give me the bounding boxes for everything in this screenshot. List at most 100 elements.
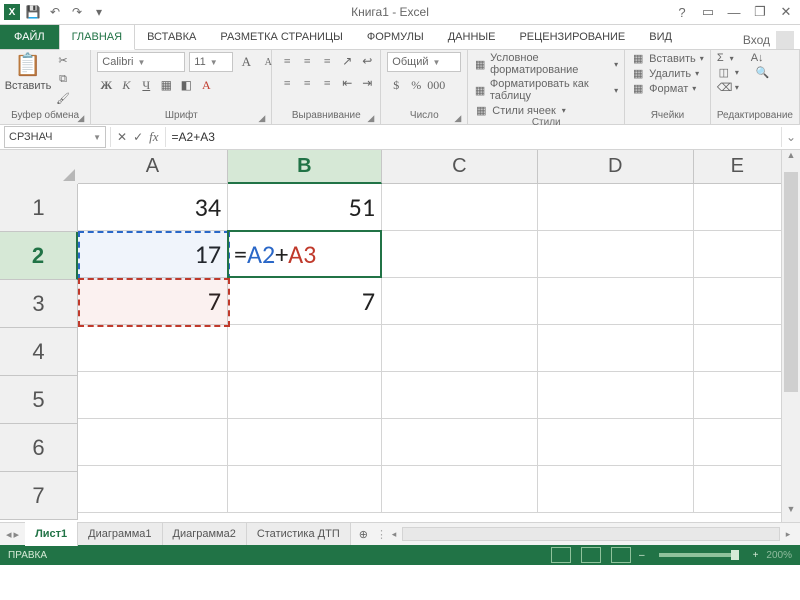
cell-E1[interactable] bbox=[694, 184, 782, 231]
hscroll-right[interactable]: ▸ bbox=[780, 529, 796, 540]
name-box[interactable]: СРЗНАЧ▼ bbox=[4, 126, 106, 148]
tab-home[interactable]: ГЛАВНАЯ bbox=[59, 24, 135, 50]
fill-button[interactable]: ◫▾ 🔍 bbox=[717, 66, 770, 79]
tab-formulas[interactable]: ФОРМУЛЫ bbox=[355, 25, 436, 49]
cell-B6[interactable] bbox=[228, 419, 382, 466]
conditional-formatting[interactable]: ▦Условное форматирование▾ bbox=[474, 52, 618, 76]
fill-color-button[interactable]: ◧ bbox=[177, 76, 195, 94]
comma-format[interactable]: 000 bbox=[427, 76, 445, 94]
cell-C3[interactable] bbox=[382, 278, 538, 325]
insert-function[interactable]: fx bbox=[149, 129, 158, 145]
wrap-text[interactable]: ↩ bbox=[358, 52, 376, 70]
sheet-nav-next[interactable]: ▸ bbox=[14, 528, 20, 541]
percent-format[interactable]: % bbox=[407, 76, 425, 94]
view-page-break[interactable] bbox=[611, 547, 631, 563]
row-header-5[interactable]: 5 bbox=[0, 376, 78, 424]
format-cells[interactable]: ▦Формат▾ bbox=[631, 82, 704, 95]
zoom-slider[interactable] bbox=[659, 553, 739, 557]
orientation-button[interactable]: ↗ bbox=[338, 52, 356, 70]
align-right[interactable]: ≡ bbox=[318, 74, 336, 92]
qat-save[interactable]: 💾 bbox=[24, 3, 42, 21]
view-page-layout[interactable] bbox=[581, 547, 601, 563]
cell-styles[interactable]: ▦Стили ячеек▾ bbox=[474, 104, 618, 117]
cell-E4[interactable] bbox=[694, 325, 782, 372]
font-dialog-launcher[interactable]: ◢ bbox=[258, 113, 265, 124]
tab-review[interactable]: РЕЦЕНЗИРОВАНИЕ bbox=[507, 25, 637, 49]
font-color-button[interactable]: A bbox=[197, 76, 215, 94]
select-all-corner[interactable] bbox=[0, 150, 79, 185]
italic-button[interactable]: К bbox=[117, 76, 135, 94]
cell-B5[interactable] bbox=[228, 372, 382, 419]
clipboard-dialog-launcher[interactable]: ◢ bbox=[77, 113, 84, 124]
restore-button[interactable]: ❐ bbox=[750, 4, 770, 20]
vscroll-thumb[interactable] bbox=[784, 172, 798, 392]
align-center[interactable]: ≡ bbox=[298, 74, 316, 92]
align-bottom[interactable]: ≡ bbox=[318, 52, 336, 70]
view-normal[interactable] bbox=[551, 547, 571, 563]
format-painter[interactable]: 🖌 bbox=[54, 90, 72, 106]
sheet-tab-3[interactable]: Статистика ДТП bbox=[247, 523, 351, 545]
cell-C7[interactable] bbox=[382, 466, 538, 513]
sheet-tab-active[interactable]: Лист1 bbox=[25, 520, 78, 546]
cell-D2[interactable] bbox=[538, 231, 694, 278]
row-header-1[interactable]: 1 bbox=[0, 184, 78, 232]
scroll-up-arrow[interactable]: ▲ bbox=[782, 150, 800, 168]
avatar-icon[interactable] bbox=[776, 31, 794, 49]
enter-formula[interactable]: ✓ bbox=[133, 130, 143, 144]
cell-A2[interactable]: 17 bbox=[78, 231, 228, 278]
row-header-6[interactable]: 6 bbox=[0, 424, 78, 472]
cell-A7[interactable] bbox=[78, 466, 228, 513]
align-middle[interactable]: ≡ bbox=[298, 52, 316, 70]
border-button[interactable]: ▦ bbox=[157, 76, 175, 94]
font-name-combo[interactable]: Calibri▼ bbox=[97, 52, 185, 72]
cut-button[interactable]: ✂ bbox=[54, 52, 72, 68]
increase-font[interactable]: A bbox=[237, 53, 255, 71]
zoom-level[interactable]: 200% bbox=[766, 550, 792, 561]
decrease-indent[interactable]: ⇤ bbox=[338, 74, 356, 92]
sheet-tab-1[interactable]: Диаграмма1 bbox=[78, 523, 162, 545]
cell-D4[interactable] bbox=[538, 325, 694, 372]
column-header-C[interactable]: C bbox=[382, 150, 538, 184]
tab-data[interactable]: ДАННЫЕ bbox=[436, 25, 508, 49]
bold-button[interactable]: Ж bbox=[97, 76, 115, 94]
cell-E5[interactable] bbox=[694, 372, 782, 419]
column-header-A[interactable]: A bbox=[78, 150, 228, 184]
cell-D5[interactable] bbox=[538, 372, 694, 419]
cell-D3[interactable] bbox=[538, 278, 694, 325]
cell-A6[interactable] bbox=[78, 419, 228, 466]
find-select-icon[interactable]: 🔍 bbox=[756, 66, 770, 79]
cells-area[interactable]: 345117=A2+A377 bbox=[78, 184, 782, 522]
formula-input[interactable]: =A2+A3 bbox=[166, 130, 781, 144]
cell-A1[interactable]: 34 bbox=[78, 184, 228, 231]
sheet-nav-prev[interactable]: ◂ bbox=[6, 528, 12, 541]
tab-file[interactable]: ФАЙЛ bbox=[0, 25, 59, 49]
align-top[interactable]: ≡ bbox=[278, 52, 296, 70]
expand-formula-bar[interactable]: ⌄ bbox=[781, 127, 800, 147]
horizontal-scrollbar[interactable] bbox=[402, 527, 780, 541]
sort-filter-icon[interactable]: A↓ bbox=[751, 52, 764, 64]
column-header-E[interactable]: E bbox=[694, 150, 782, 184]
cell-E6[interactable] bbox=[694, 419, 782, 466]
help-button[interactable]: ? bbox=[672, 5, 692, 20]
cell-B3[interactable]: 7 bbox=[228, 278, 382, 325]
align-left[interactable]: ≡ bbox=[278, 74, 296, 92]
cell-B4[interactable] bbox=[228, 325, 382, 372]
cell-C1[interactable] bbox=[382, 184, 538, 231]
cell-A5[interactable] bbox=[78, 372, 228, 419]
hscroll-left[interactable]: ◂ bbox=[386, 529, 402, 540]
cell-D6[interactable] bbox=[538, 419, 694, 466]
insert-cells[interactable]: ▦Вставить▾ bbox=[631, 52, 704, 65]
row-header-7[interactable]: 7 bbox=[0, 472, 78, 520]
new-sheet-button[interactable]: ⊕ bbox=[351, 528, 376, 541]
row-header-3[interactable]: 3 bbox=[0, 280, 78, 328]
number-dialog-launcher[interactable]: ◢ bbox=[454, 113, 461, 124]
row-header-4[interactable]: 4 bbox=[0, 328, 78, 376]
paste-button[interactable]: 📋 Вставить bbox=[6, 52, 50, 92]
minimize-button[interactable]: — bbox=[724, 5, 744, 20]
tab-page-layout[interactable]: РАЗМЕТКА СТРАНИЦЫ bbox=[208, 25, 354, 49]
cell-B1[interactable]: 51 bbox=[228, 184, 382, 231]
tab-insert[interactable]: ВСТАВКА bbox=[135, 25, 208, 49]
tab-view[interactable]: ВИД bbox=[637, 25, 684, 49]
number-format-combo[interactable]: Общий▼ bbox=[387, 52, 461, 72]
qat-redo[interactable]: ↷ bbox=[68, 3, 86, 21]
